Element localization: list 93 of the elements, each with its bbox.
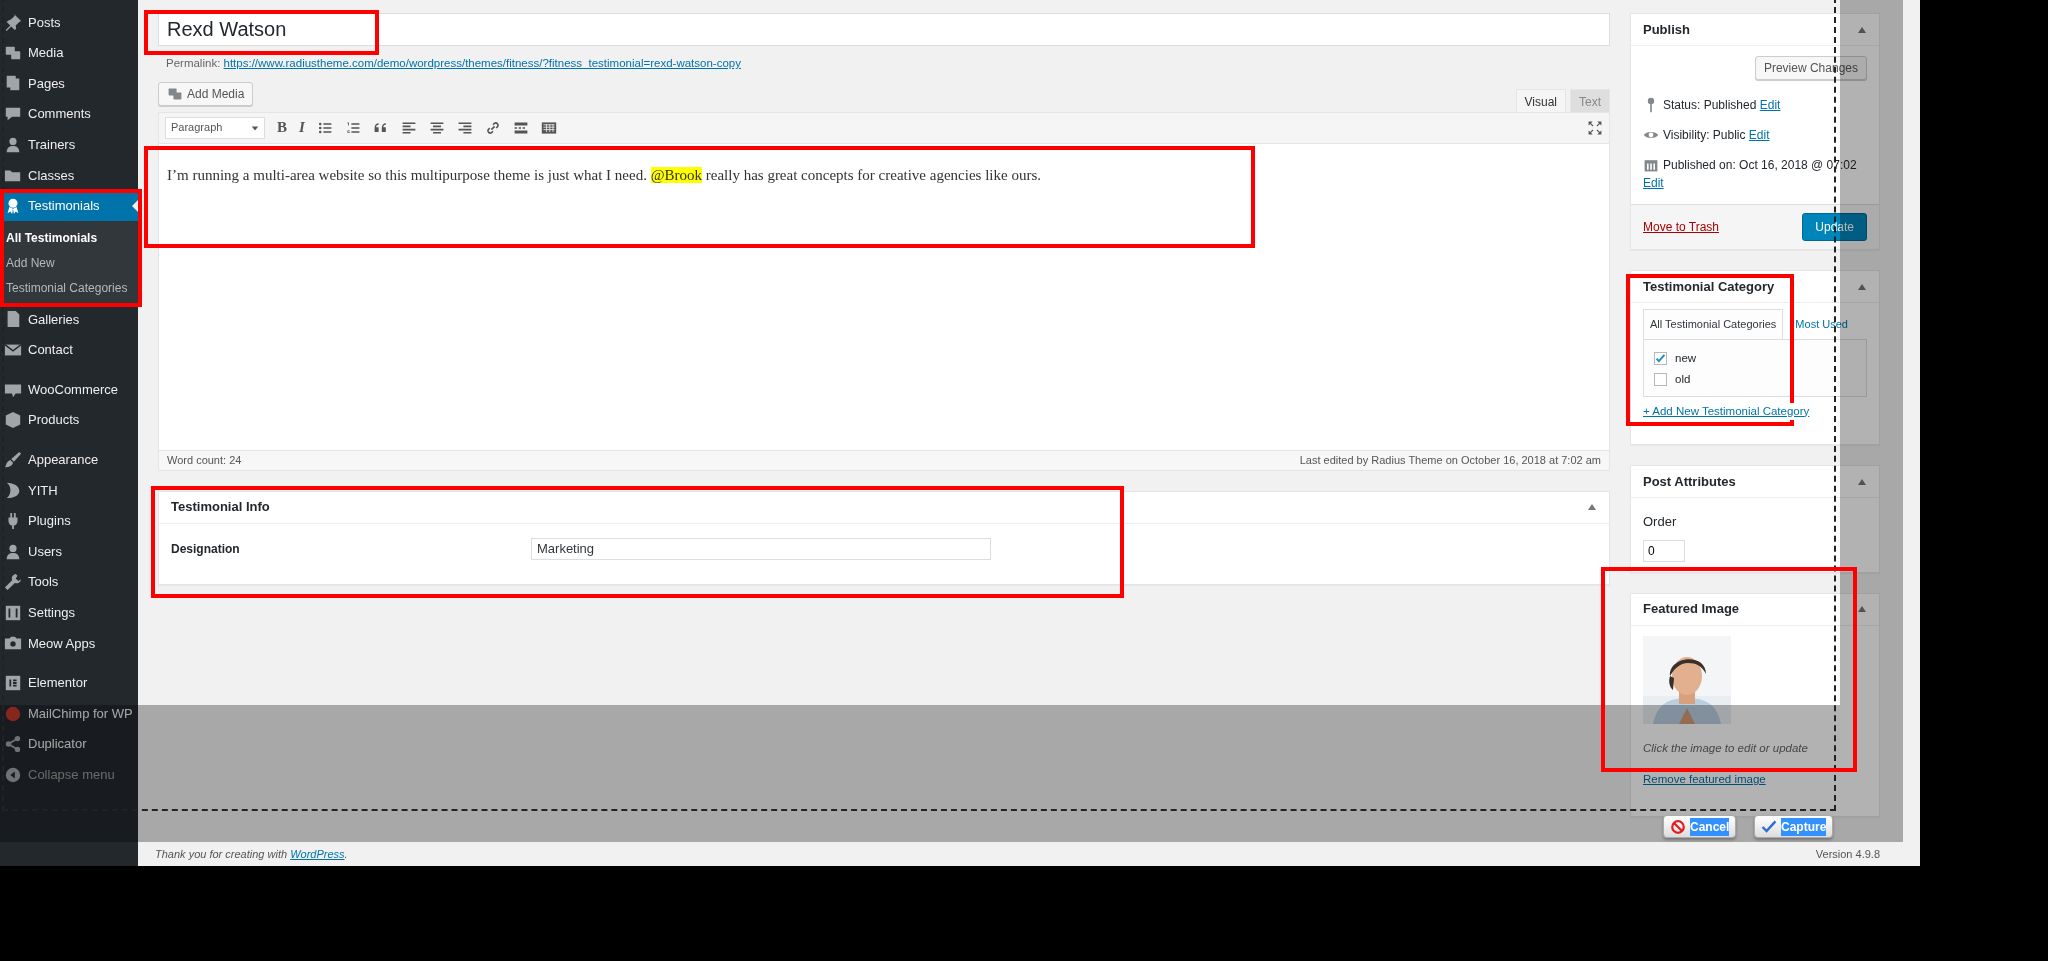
add-category-link[interactable]: + Add New Testimonial Category <box>1643 402 1810 420</box>
hint-text: Click the image to edit or update <box>1643 740 1809 756</box>
trash-link[interactable]: Move to Trash <box>1643 218 1720 236</box>
circle-logo-icon <box>4 704 22 723</box>
menu-item[interactable]: Trainers <box>0 129 138 160</box>
share-icon <box>4 735 22 754</box>
media-icon <box>167 86 183 102</box>
toggle-icon[interactable] <box>1587 502 1597 512</box>
menu-item[interactable]: Plugins <box>0 505 138 537</box>
grid-icon[interactable] <box>540 119 557 136</box>
panel-title: Testimonial Info <box>171 499 270 515</box>
menu-item[interactable]: MailChimp for WP <box>0 698 138 729</box>
align-center-icon[interactable] <box>428 119 445 136</box>
submenu-item[interactable]: Add New <box>0 251 138 277</box>
align-left-icon[interactable] <box>400 119 417 136</box>
menu-item[interactable]: Pages <box>0 68 138 99</box>
order-field[interactable]: 0 <box>1643 539 1685 562</box>
version-text: Version 4.9.8 <box>1815 846 1880 862</box>
publish-info-text: Published on: Oct 16, 2018 @ 07:02 <box>1663 158 1857 172</box>
remove-image-link[interactable]: Remove featured image <box>1643 772 1766 785</box>
publish-info-text: Visibility: Public <box>1663 128 1746 142</box>
update-button[interactable]: Update <box>1802 213 1867 241</box>
brush-icon <box>4 450 22 469</box>
divider-icon[interactable] <box>512 119 529 136</box>
category-tab[interactable]: Most Used <box>1789 310 1854 339</box>
field-label: Designation <box>171 540 241 558</box>
menu-item[interactable]: Posts <box>0 7 138 38</box>
person-icon <box>4 542 22 561</box>
title-field[interactable]: Rexd Watson <box>158 13 1610 46</box>
menu-item[interactable]: Elementor <box>0 667 138 699</box>
panel-title: Post Attributes <box>1643 473 1736 490</box>
logo-icon <box>4 481 22 500</box>
category-tab[interactable]: All Testimonial Categories <box>1643 309 1784 339</box>
format-select[interactable]: Paragraph <box>165 116 265 139</box>
box-icon <box>4 411 22 430</box>
format-button[interactable]: B <box>277 120 287 135</box>
publish-info-text: Status: Published <box>1663 98 1757 112</box>
menu-item[interactable]: Tools <box>0 566 138 598</box>
menu-item[interactable]: Settings <box>0 597 138 629</box>
person-icon <box>4 135 22 154</box>
align-right-icon[interactable] <box>456 119 473 136</box>
panel-title: Publish <box>1643 21 1690 38</box>
designation-field[interactable]: Marketing <box>531 537 991 560</box>
checkbox[interactable] <box>1654 372 1667 386</box>
panel-title: Featured Image <box>1643 601 1740 617</box>
field-label: Order <box>1643 513 1678 531</box>
checkmark-icon <box>1761 818 1777 835</box>
word-count: Word count: 24 <box>167 452 242 468</box>
check-icon <box>1655 352 1666 365</box>
preview-button[interactable]: Preview Changes <box>1754 56 1867 80</box>
menu-item[interactable]: Users <box>0 536 138 567</box>
menu-item[interactable]: Classes <box>0 159 138 191</box>
no-entry-icon <box>1670 818 1686 835</box>
menu-item[interactable]: YITH <box>0 475 138 506</box>
submenu-item[interactable]: Testimonial Categories <box>0 276 138 302</box>
editor-tab[interactable]: Visual <box>1515 88 1566 112</box>
checkbox[interactable] <box>1654 351 1667 365</box>
toggle-icon[interactable] <box>1857 604 1867 614</box>
numbered-list-icon[interactable] <box>344 119 361 136</box>
menu-item[interactable]: Contact <box>0 334 138 366</box>
panel-title: Testimonial Category <box>1643 278 1775 295</box>
calendar-icon <box>1643 157 1659 173</box>
footer-text: Thank you for creating with WordPress. <box>155 846 348 862</box>
submenu-item[interactable]: All Testimonials <box>0 226 138 252</box>
expand-icon[interactable] <box>1587 119 1603 136</box>
settings-icon <box>4 603 22 622</box>
square-logo-icon <box>4 674 22 692</box>
menu-item[interactable]: Products <box>0 404 138 436</box>
format-button[interactable]: I <box>299 120 305 135</box>
permalink-link[interactable]: https://www.radiustheme.com/demo/wordpress/themes/fitness/?fitness_testimonial=rexd-watson-copy <box>223 57 741 69</box>
menu-item[interactable]: Appearance <box>0 444 138 476</box>
permalink-label: Permalink: <box>166 57 222 69</box>
link-icon[interactable] <box>484 119 501 136</box>
edit-link[interactable]: Edit <box>1759 98 1781 112</box>
menu-item[interactable]: Media <box>0 37 138 69</box>
edit-link[interactable]: Edit <box>1748 128 1770 142</box>
editor-text[interactable]: I’m running a multi-area website so this multipurpose theme is just what I need. @Brook really has great concepts for creative agencies like ours. <box>159 143 1609 450</box>
caret-icon <box>251 123 259 132</box>
edit-link[interactable]: Edit <box>1643 176 1664 190</box>
menu-item[interactable]: Meow Apps <box>0 628 138 659</box>
add-media-button[interactable]: Add Media <box>158 82 254 106</box>
wordpress-link[interactable]: WordPress <box>290 847 345 860</box>
menu-item[interactable]: Comments <box>0 98 138 130</box>
last-edited-text: Last edited by Radius Theme on October 16, 2018 at 7:02 am <box>1299 452 1601 468</box>
menu-item[interactable]: Duplicator <box>0 728 138 760</box>
pages-icon <box>4 74 22 93</box>
wrench-icon <box>4 573 22 592</box>
checkbox-label: old <box>1675 371 1691 387</box>
menu-item[interactable]: Galleries <box>0 304 138 335</box>
collapse-icon <box>4 765 22 784</box>
pin-icon <box>4 13 22 32</box>
menu-item[interactable]: WooCommerce <box>0 374 138 405</box>
checkbox-label: new <box>1675 350 1697 366</box>
